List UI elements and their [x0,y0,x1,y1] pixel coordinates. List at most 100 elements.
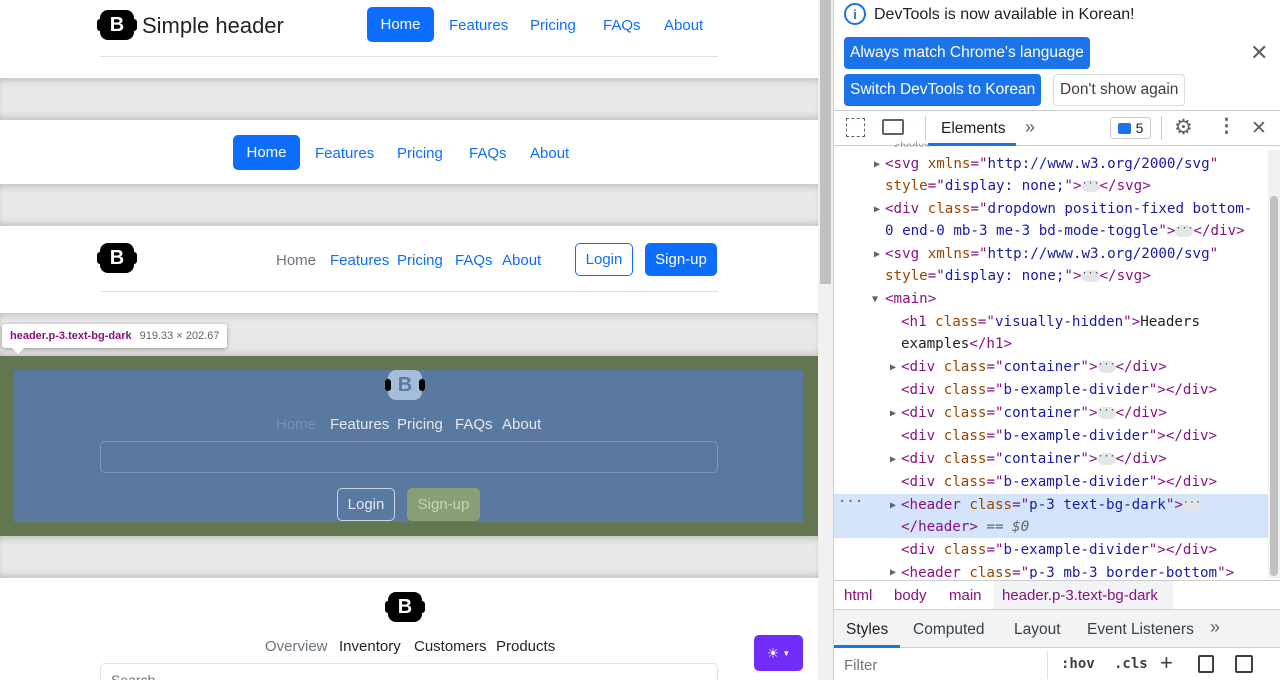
breadcrumb-header[interactable]: header.p-3.text-bg-dark [1002,587,1158,604]
node-actions-icon[interactable]: ··· [838,494,863,510]
nav-pricing[interactable]: Pricing [397,416,443,433]
search-input[interactable] [100,441,718,473]
expand-arrow-icon[interactable]: ▶ [874,249,880,260]
dom-line[interactable]: <div class="b-example-divider"></div> [901,542,1217,558]
issues-button[interactable]: 5 [1110,117,1151,139]
dom-line[interactable]: 0 end-0 mb-3 me-3 bd-mode-toggle">···</d… [885,223,1245,239]
hov-toggle[interactable]: :hov [1061,656,1095,672]
cls-toggle[interactable]: .cls [1114,656,1148,672]
collapse-arrow-icon[interactable]: ▼ [872,294,878,305]
more-tabs-icon[interactable]: » [1210,617,1220,638]
dont-show-again-button[interactable]: Don't show again [1053,74,1186,106]
tab-styles[interactable]: Styles [846,621,888,639]
nav-faqs[interactable]: FAQs [455,416,493,433]
dom-line[interactable]: <div class="dropdown position-fixed bott… [885,201,1252,217]
signup-button[interactable]: Sign-up [407,488,480,521]
dom-line[interactable]: examples</h1> [901,336,1012,352]
nav-home[interactable]: Home [276,416,316,433]
dom-line[interactable]: <h1 class="visually-hidden">Headers [901,314,1200,330]
nav-features[interactable]: Features [330,252,389,269]
nav-about[interactable]: About [664,17,703,34]
brand-text[interactable]: Simple header [142,13,284,39]
close-banner-icon[interactable]: ✕ [1250,40,1268,66]
gear-icon[interactable]: ⚙ [1174,115,1193,140]
expand-arrow-icon[interactable]: ▶ [890,454,896,465]
tooltip-arrow [12,348,24,354]
nav-products[interactable]: Products [496,638,555,655]
device-toolbar-icon[interactable] [882,119,904,135]
nav-pricing[interactable]: Pricing [530,17,576,34]
nav-faqs[interactable]: FAQs [455,252,493,269]
switch-to-korean-button[interactable]: Switch DevTools to Korean [844,74,1042,106]
nav-pricing[interactable]: Pricing [397,145,443,162]
expand-arrow-icon[interactable]: ▶ [874,204,880,215]
expand-arrow-icon[interactable]: ▶ [890,500,896,511]
nav-about[interactable]: About [502,252,541,269]
dom-line[interactable]: <div class="b-example-divider"></div> [901,382,1217,398]
dom-line-selected[interactable]: </header> == $0 [901,519,1029,535]
dom-line[interactable]: <svg xmlns="http://www.w3.org/2000/svg" [885,156,1218,172]
breadcrumb-main[interactable]: main [949,587,982,604]
active-tab-indicator [834,645,900,648]
breadcrumb-body[interactable]: body [894,587,927,604]
nav-home-active[interactable]: Home [233,135,300,170]
nav-faqs[interactable]: FAQs [603,17,641,34]
dom-line[interactable]: style="display: none;">···</svg> [885,268,1151,284]
nav-features[interactable]: Features [315,145,374,162]
bootstrap-logo[interactable]: B [385,370,425,400]
dom-line[interactable]: <div class="b-example-divider"></div> [901,428,1217,444]
breadcrumb-html[interactable]: html [844,587,872,604]
dom-scrollbar[interactable] [1268,150,1280,578]
more-tabs-icon[interactable]: » [1025,117,1035,138]
nav-pricing[interactable]: Pricing [397,252,443,269]
page-scrollbar[interactable] [818,0,833,680]
expand-arrow-icon[interactable]: ▶ [890,362,896,373]
tab-computed[interactable]: Computed [913,621,985,639]
theme-toggle-button[interactable]: ☀ ▼ [754,635,803,671]
paint-brush-icon[interactable] [1198,655,1214,673]
tab-event-listeners[interactable]: Event Listeners [1087,621,1194,639]
scrollbar-thumb[interactable] [820,0,831,284]
toggle-sidebar-icon[interactable] [1235,655,1253,673]
dom-line[interactable]: style="display: none;">···</svg> [885,178,1151,194]
nav-about[interactable]: About [530,145,569,162]
nav-features[interactable]: Features [330,416,389,433]
close-devtools-icon[interactable]: ✕ [1251,117,1267,140]
expand-arrow-icon[interactable]: ▶ [874,159,880,170]
nav-inventory[interactable]: Inventory [339,638,401,655]
nav-about[interactable]: About [502,416,541,433]
nav-faqs[interactable]: FAQs [469,145,507,162]
nav-home-active[interactable]: Home [367,7,434,42]
styles-filter-input[interactable] [836,651,1046,679]
add-rule-icon[interactable]: + [1160,650,1173,676]
nav-home[interactable]: Home [276,252,316,269]
expand-arrow-icon[interactable]: ▶ [890,408,896,419]
tab-layout[interactable]: Layout [1014,621,1061,639]
dom-line[interactable]: <div class="container">···</div> [901,359,1167,375]
bootstrap-logo[interactable]: B [97,10,137,40]
login-button[interactable]: Login [575,243,633,276]
tooltip-size: 919.33 × 202.67 [139,330,220,342]
dom-line[interactable]: <svg xmlns="http://www.w3.org/2000/svg" [885,246,1218,262]
search-input[interactable] [100,663,718,680]
always-match-language-button[interactable]: Always match Chrome's language [844,37,1090,69]
dom-line[interactable]: <main> [885,291,936,307]
nav-features[interactable]: Features [449,17,508,34]
dom-line[interactable]: <div class="container">···</div> [901,405,1167,421]
nav-overview[interactable]: Overview [265,638,328,655]
dom-line-selected[interactable]: <header class="p-3 text-bg-dark">··· [901,497,1201,513]
more-options-icon[interactable]: ⋮ [1217,115,1236,138]
bootstrap-logo[interactable]: B [97,243,137,273]
tab-elements[interactable]: Elements [941,120,1006,138]
expand-arrow-icon[interactable]: ▶ [890,567,896,578]
dom-line[interactable]: <div class="b-example-divider"></div> [901,474,1217,490]
dom-scrollbar-thumb[interactable] [1270,196,1278,576]
dom-line[interactable]: <div class="container">···</div> [901,451,1167,467]
bootstrap-logo[interactable]: B [385,592,425,622]
dom-line[interactable]: <header class="p-3 mb-3 border-bottom"> [901,565,1234,579]
nav-customers[interactable]: Customers [414,638,487,655]
login-button[interactable]: Login [337,488,395,521]
example-divider [0,184,818,226]
signup-button[interactable]: Sign-up [645,243,717,276]
inspect-element-icon[interactable] [846,118,865,137]
